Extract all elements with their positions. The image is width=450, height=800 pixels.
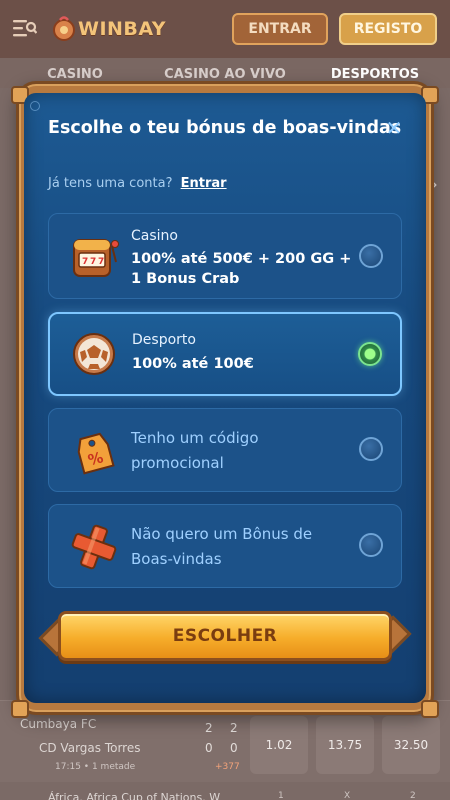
svg-text:7: 7 (82, 257, 88, 267)
choose-button-wrapper: ESCOLHER (38, 605, 412, 667)
odd-draw[interactable]: 13.75 (316, 716, 374, 774)
promo-tag-icon: % (77, 432, 115, 475)
no-bonus-cross-icon (71, 524, 117, 570)
team2-name: CD Vargas Torres (39, 741, 141, 755)
option-text: Tenho um código promocional (131, 429, 259, 472)
logo-mark-icon (53, 16, 75, 41)
col-1: 1 (278, 791, 284, 800)
team2-score-2: 0 (230, 741, 238, 755)
radio-button-selected[interactable] (358, 342, 382, 366)
svg-text:7: 7 (98, 257, 104, 267)
option-text: Não quero um Bônus de Boas-vindas (131, 525, 313, 568)
account-prompt-text: Já tens uma conta? (48, 176, 173, 191)
account-prompt: Já tens uma conta? Entrar (48, 176, 227, 191)
next-event-title[interactable]: África. Africa Cup of Nations. W (48, 791, 220, 800)
login-link[interactable]: Entrar (181, 176, 227, 191)
option-title: Casino (131, 228, 178, 244)
team1-name: Cumbaya FC (20, 717, 97, 731)
menu-search-icon[interactable] (13, 18, 37, 38)
close-icon[interactable]: ✕ (384, 118, 404, 138)
radio-button[interactable] (359, 533, 383, 557)
bonus-option-no-bonus[interactable]: Não quero um Bônus de Boas-vindas (48, 504, 402, 588)
frame-corner (11, 700, 29, 718)
bonus-option-casino[interactable]: 7 7 7 Casino 100% até 500€ + 200 GG + 1 … (48, 213, 402, 299)
option-description: 100% até 500€ + 200 GG + 1 Bonus Crab (131, 251, 352, 287)
team1-score-2: 2 (230, 721, 238, 735)
option-title: Desporto (132, 332, 196, 348)
col-2: 2 (410, 791, 416, 800)
choose-button[interactable]: ESCOLHER (58, 611, 392, 661)
radio-button[interactable] (359, 437, 383, 461)
more-markets[interactable]: +377 (215, 762, 240, 772)
match-time: 17:15 • 1 metade (55, 762, 136, 772)
svg-text:7: 7 (90, 257, 96, 267)
team1-score-1: 2 (205, 721, 213, 735)
top-bar: WINBAY ENTRAR REGISTO (0, 0, 450, 58)
col-x: X (344, 791, 351, 800)
logo-text: WINBAY (78, 18, 167, 40)
bubble-decoration (30, 101, 40, 111)
odd-home[interactable]: 1.02 (250, 716, 308, 774)
football-icon (73, 333, 115, 375)
login-button[interactable]: ENTRAR (232, 13, 328, 45)
bonus-option-sports[interactable]: Desporto 100% até 100€ (48, 312, 402, 396)
radio-button[interactable] (359, 244, 383, 268)
slot-machine-icon: 7 7 7 (73, 239, 119, 277)
odd-away[interactable]: 32.50 (382, 716, 440, 774)
frame-corner (421, 700, 439, 718)
modal-title: Escolhe o teu bónus de boas-vindas (48, 118, 402, 138)
team2-score-1: 0 (205, 741, 213, 755)
option-description: 100% até 100€ (132, 356, 254, 372)
register-button[interactable]: REGISTO (339, 13, 437, 45)
winbay-logo[interactable]: WINBAY (52, 16, 166, 42)
bonus-option-promo-code[interactable]: % Tenho um código promocional (48, 408, 402, 492)
